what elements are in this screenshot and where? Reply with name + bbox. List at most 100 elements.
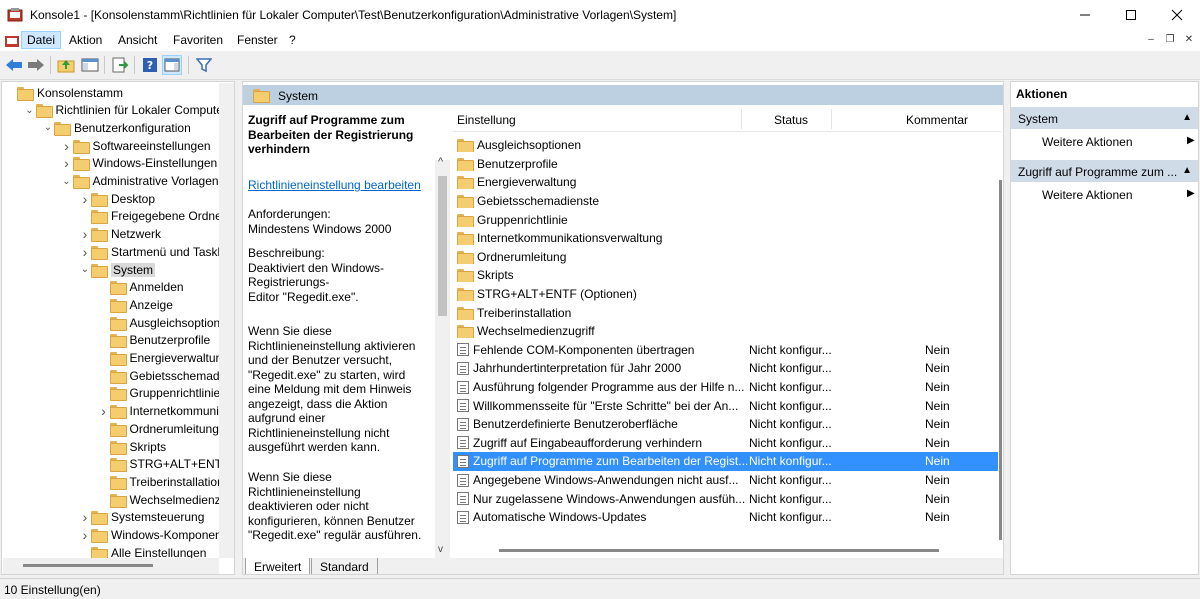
tree-node[interactable]: Ausgleichsoptioner <box>98 314 231 331</box>
setting-row[interactable]: Willkommensseite für "Erste Schritte" be… <box>453 396 998 415</box>
tree-node[interactable]: ⌄ System <box>79 261 156 278</box>
menu-aktion[interactable]: Aktion <box>69 33 102 47</box>
tree-node[interactable]: ⌄ Administrative Vorlagen <box>61 173 219 190</box>
edit-policy-link[interactable]: Richtlinieneinstellung bearbeiten <box>248 178 428 193</box>
scroll-down-icon[interactable]: v <box>438 544 443 555</box>
collapse-chevron-icon[interactable]: ⌄ <box>79 264 91 275</box>
tree-node[interactable]: › Windows-Komponente <box>79 527 232 544</box>
actions-section-policy[interactable]: Zugriff auf Programme zum ... ▲ <box>1011 160 1198 182</box>
more-actions-system[interactable]: Weitere Aktionen ▶ <box>1042 135 1195 149</box>
setting-row[interactable]: Benutzerdefinierte Benutzeroberfläche Nic… <box>453 415 998 434</box>
tree-node[interactable]: Wechselmedienzug <box>98 491 234 508</box>
folder-row[interactable]: STRG+ALT+ENTF (Optionen) <box>453 285 998 304</box>
menu-fenster[interactable]: Fenster <box>237 33 278 47</box>
close-button[interactable] <box>1154 0 1200 30</box>
scroll-up-icon[interactable]: ^ <box>438 156 443 168</box>
folder-up-icon[interactable] <box>56 55 76 75</box>
back-arrow-icon[interactable] <box>4 55 24 75</box>
setting-row[interactable]: Ausführung folgender Programme aus der H… <box>453 378 998 397</box>
menu-datei[interactable]: Datei <box>21 31 62 49</box>
tree-node[interactable]: Freigegebene Ordner <box>79 208 226 225</box>
forward-arrow-icon[interactable] <box>26 55 46 75</box>
setting-row[interactable]: Jahrhundertinterpretation für Jahr 2000 N… <box>453 359 998 378</box>
folder-row[interactable]: Ordnerumleitung <box>453 248 998 267</box>
setting-row[interactable]: Automatische Windows-Updates Nicht konfig… <box>453 508 998 527</box>
tree-node[interactable]: ⌄ Richtlinien für Lokaler Computer\ <box>24 102 230 119</box>
collapse-chevron-icon[interactable]: ⌄ <box>61 176 73 187</box>
tree-node[interactable]: › Softwareeinstellungen <box>61 137 211 154</box>
collapse-icon[interactable]: ▲ <box>1182 165 1192 176</box>
tree-node[interactable]: Ordnerumleitung <box>98 420 219 437</box>
expand-chevron-icon[interactable]: › <box>61 155 73 171</box>
setting-row[interactable]: Angegebene Windows-Anwendungen nicht aus… <box>453 471 998 490</box>
tree-node[interactable]: › Startmenü und Taskleis <box>79 243 234 260</box>
column-divider[interactable] <box>741 109 742 129</box>
folder-row[interactable]: Internetkommunikationsverwaltung <box>453 229 998 248</box>
expand-chevron-icon[interactable]: › <box>79 191 91 207</box>
list-vertical-scrollbar[interactable] <box>999 180 1002 540</box>
tree-node[interactable]: › Desktop <box>79 190 155 207</box>
folder-row[interactable]: Gebietsschemadienste <box>453 192 998 211</box>
maximize-button[interactable] <box>1108 0 1154 30</box>
tree-node[interactable]: Gebietsschemadien <box>98 367 234 384</box>
help-icon[interactable]: ? <box>140 55 160 75</box>
column-status[interactable]: Status <box>774 113 808 127</box>
tree-node[interactable]: Skripts <box>98 438 166 455</box>
expand-chevron-icon[interactable]: › <box>79 509 91 525</box>
tree-node[interactable]: Treiberinstallation <box>98 473 224 490</box>
expand-chevron-icon[interactable]: › <box>98 403 110 419</box>
tree-node[interactable]: Energieverwaltung <box>98 350 229 367</box>
folder-row[interactable]: Treiberinstallation <box>453 303 998 322</box>
mdi-close-button[interactable]: ✕ <box>1181 33 1197 48</box>
tree-node[interactable]: Konsolenstamm <box>5 84 123 101</box>
tree-node[interactable]: › Windows-Einstellungen <box>61 155 217 172</box>
expand-chevron-icon[interactable]: › <box>61 138 73 154</box>
expand-chevron-icon[interactable]: › <box>79 244 91 260</box>
description-scroll-thumb[interactable] <box>438 176 447 316</box>
tree-node[interactable]: Anzeige <box>98 296 173 313</box>
filter-icon[interactable] <box>194 55 214 75</box>
menu-ansicht[interactable]: Ansicht <box>118 33 157 47</box>
more-actions-policy[interactable]: Weitere Aktionen ▶ <box>1042 188 1195 202</box>
tab-standard[interactable]: Standard <box>311 558 378 574</box>
column-divider[interactable] <box>831 109 832 129</box>
export-list-icon[interactable] <box>110 55 130 75</box>
console-tree[interactable]: Konsolenstamm ⌄ Richtlinien für Lokaler Co… <box>1 81 235 575</box>
list-horizontal-scrollbar[interactable] <box>499 549 939 552</box>
collapse-chevron-icon[interactable]: ⌄ <box>42 122 54 133</box>
tree-node[interactable]: Gruppenrichtlinie <box>98 385 220 402</box>
menu-favoriten[interactable]: Favoriten <box>173 33 223 47</box>
tree-node[interactable]: › Systemsteuerung <box>79 509 204 526</box>
tree-node[interactable]: › Internetkommunika <box>98 403 232 420</box>
folder-row[interactable]: Skripts <box>453 266 998 285</box>
expand-chevron-icon[interactable]: › <box>79 527 91 543</box>
tree-node[interactable]: STRG+ALT+ENTF (C <box>98 456 234 473</box>
menu-help[interactable]: ? <box>289 33 296 47</box>
tree-node[interactable]: › Netzwerk <box>79 226 161 243</box>
console-icon[interactable] <box>4 33 20 48</box>
tree-hscroll-thumb[interactable] <box>23 564 153 567</box>
collapse-icon[interactable]: ▲ <box>1182 112 1192 123</box>
column-kommentar[interactable]: Kommentar <box>906 113 968 127</box>
tree-node[interactable]: ⌄ Benutzerkonfiguration <box>42 119 191 136</box>
minimize-button[interactable] <box>1062 0 1108 30</box>
folder-row[interactable]: Gruppenrichtlinie <box>453 210 998 229</box>
show-hide-action-pane-icon[interactable] <box>162 55 182 75</box>
setting-row[interactable]: Zugriff auf Eingabeaufforderung verhinde… <box>453 434 998 453</box>
setting-row[interactable]: Nur zugelassene Windows-Anwendungen ausf… <box>453 489 998 508</box>
folder-row[interactable]: Ausgleichsoptionen <box>453 136 998 155</box>
folder-row[interactable]: Benutzerprofile <box>453 155 998 174</box>
tree-vertical-scrollbar[interactable] <box>219 83 234 558</box>
expand-chevron-icon[interactable]: › <box>79 226 91 242</box>
actions-section-system[interactable]: System ▲ <box>1011 107 1198 129</box>
tree-node[interactable]: Anmelden <box>98 279 184 296</box>
folder-row[interactable]: Energieverwaltung <box>453 173 998 192</box>
tab-erweitert[interactable]: Erweitert <box>245 558 311 574</box>
setting-row[interactable]: Zugriff auf Programme zum Bearbeiten der… <box>453 452 998 471</box>
tree-horizontal-scrollbar[interactable] <box>3 558 219 574</box>
mdi-minimize-button[interactable]: – <box>1143 33 1159 48</box>
tree-node[interactable]: Benutzerprofile <box>98 332 210 349</box>
description-scrollbar[interactable]: ^ v <box>435 156 450 560</box>
folder-row[interactable]: Wechselmedienzugriff <box>453 322 998 341</box>
collapse-chevron-icon[interactable]: ⌄ <box>24 105 36 116</box>
